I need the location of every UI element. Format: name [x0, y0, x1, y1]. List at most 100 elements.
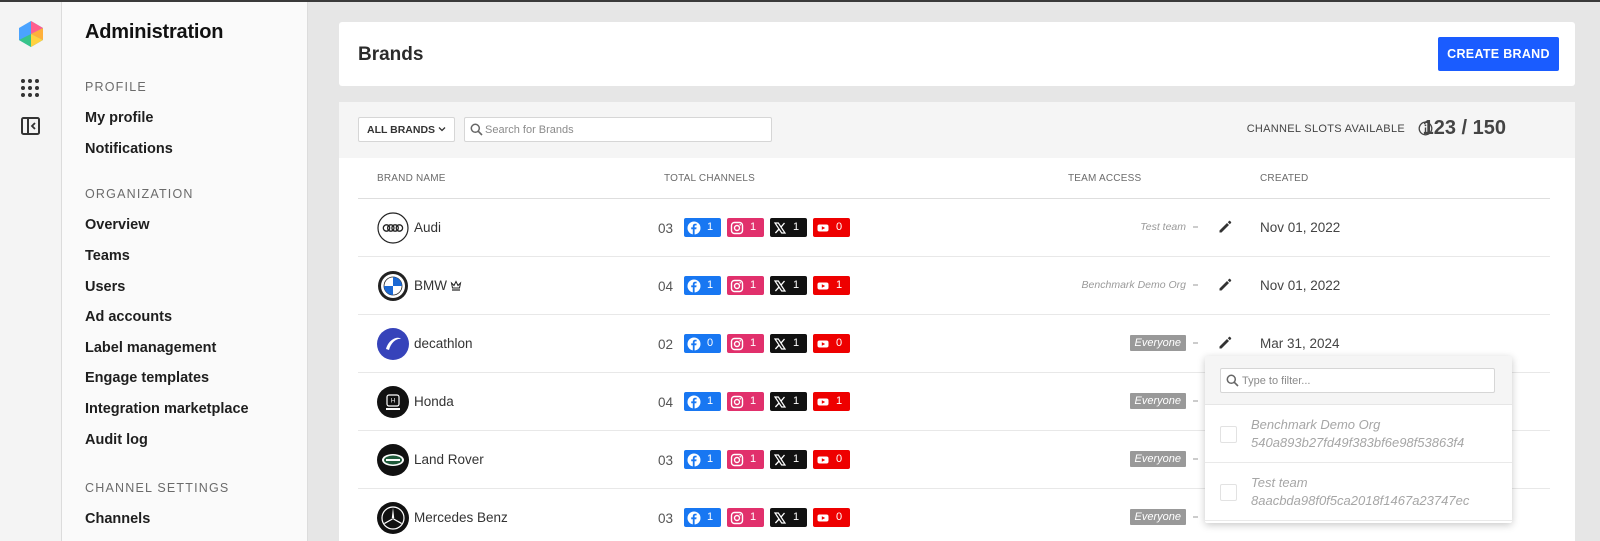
sidebar-item-ad-accounts[interactable]: Ad accounts [85, 309, 172, 325]
x-icon [773, 221, 787, 235]
instagram-icon [730, 221, 744, 235]
team-access-caret[interactable] [1193, 226, 1198, 228]
team-access-caret[interactable] [1193, 516, 1198, 518]
team-option-id: 8aacbda98f0f5ca2018f1467a23747ec [1251, 493, 1470, 508]
youtube-icon [816, 221, 830, 235]
sidebar-collapse-icon[interactable] [21, 117, 40, 135]
total-channels: 04 [658, 279, 674, 294]
team-option[interactable]: Test team 8aacbda98f0f5ca2018f1467a23747… [1205, 463, 1512, 521]
created-date: Mar 31, 2024 [1260, 336, 1340, 351]
edit-icon[interactable] [1217, 219, 1233, 235]
sidebar-item-integration-marketplace[interactable]: Integration marketplace [85, 401, 249, 417]
channel-count: 1 [750, 221, 757, 233]
team-access-caret[interactable] [1193, 400, 1198, 402]
brand-name[interactable]: Audi [414, 220, 441, 235]
table-row[interactable]: Audi 03 1 1 1 0 Test team Nov 01, 2022 [358, 199, 1550, 257]
sidebar-item-overview[interactable]: Overview [85, 217, 150, 233]
youtube-count-badge: 0 [813, 508, 850, 527]
instagram-count-badge: 1 [727, 450, 764, 469]
sidebar-item-channels[interactable]: Channels [85, 511, 150, 527]
brand-name-text: Mercedes Benz [414, 510, 508, 525]
brand-name-text: Land Rover [414, 452, 484, 467]
youtube-count-badge: 1 [813, 276, 850, 295]
total-channels: 03 [658, 453, 674, 468]
channel-count: 0 [707, 337, 714, 349]
team-option-name: Benchmark Demo Org [1251, 417, 1381, 432]
team-access-caret[interactable] [1193, 342, 1198, 344]
team-access-badge: Everyone [1129, 335, 1186, 351]
facebook-count-badge: 1 [684, 450, 721, 469]
decathlon-logo-icon [377, 328, 409, 360]
brand-name[interactable]: decathlon [414, 336, 473, 351]
facebook-icon [687, 511, 701, 525]
youtube-count-badge: 0 [813, 450, 850, 469]
channel-count: 0 [836, 221, 843, 233]
chevron-down-icon [438, 127, 446, 132]
instagram-count-badge: 1 [727, 276, 764, 295]
x-count-badge: 1 [770, 450, 807, 469]
channel-count: 1 [750, 337, 757, 349]
sidebar-item-notifications[interactable]: Notifications [85, 141, 173, 157]
edit-icon[interactable] [1217, 335, 1233, 351]
youtube-icon [816, 453, 830, 467]
channel-count: 1 [750, 453, 757, 465]
youtube-count-badge: 1 [813, 392, 850, 411]
brand-name-text: decathlon [414, 336, 473, 351]
channel-count: 1 [836, 279, 843, 291]
brand-name[interactable]: Mercedes Benz [414, 510, 508, 525]
channel-slots-value: 123 / 150 [1422, 117, 1506, 139]
created-date: Nov 01, 2022 [1260, 220, 1341, 235]
sidebar-item-users[interactable]: Users [85, 279, 125, 295]
brand-name-text: Honda [414, 394, 454, 409]
brand-name[interactable]: BMW [414, 278, 462, 293]
team-access-badge: Everyone [1129, 509, 1186, 525]
honda-logo-icon: H [377, 386, 409, 418]
total-channels: 04 [658, 395, 674, 410]
channel-count: 1 [793, 453, 800, 465]
instagram-count-badge: 1 [727, 392, 764, 411]
dropdown-filter [1220, 368, 1495, 393]
sidebar-item-teams[interactable]: Teams [85, 248, 130, 264]
facebook-icon [687, 395, 701, 409]
sidebar-item-label-management[interactable]: Label management [85, 340, 216, 356]
col-total-channels[interactable]: TOTAL CHANNELS [664, 173, 755, 184]
team-option-checkbox[interactable] [1220, 484, 1237, 501]
brand-name[interactable]: Honda [414, 394, 454, 409]
crown-icon [450, 280, 462, 291]
brand-filter-dropdown[interactable]: ALL BRANDS [358, 117, 455, 142]
table-row[interactable]: BMW 04 1 1 1 1 Benchmark Demo Org Nov 01, 2022 [358, 257, 1550, 315]
x-icon [773, 279, 787, 293]
search-icon [1226, 374, 1239, 387]
team-option-checkbox[interactable] [1220, 426, 1237, 443]
channel-count: 1 [707, 511, 714, 523]
x-count-badge: 1 [770, 334, 807, 353]
team-access-value: Test team [1140, 221, 1186, 233]
filter-input[interactable] [1242, 369, 1492, 392]
mercedes-logo-icon [377, 502, 409, 534]
col-brand-name[interactable]: BRAND NAME [377, 173, 446, 184]
facebook-count-badge: 0 [684, 334, 721, 353]
create-brand-button[interactable]: CREATE BRAND [1438, 37, 1559, 71]
edit-icon[interactable] [1217, 277, 1233, 293]
team-access-caret[interactable] [1193, 284, 1198, 286]
channel-count: 1 [750, 395, 757, 407]
facebook-count-badge: 1 [684, 508, 721, 527]
search-input[interactable] [485, 118, 765, 141]
x-icon [773, 337, 787, 351]
col-created[interactable]: CREATED [1260, 173, 1308, 184]
sidebar-item-engage-templates[interactable]: Engage templates [85, 370, 209, 386]
x-icon [773, 511, 787, 525]
sidebar-item-my-profile[interactable]: My profile [85, 110, 153, 126]
app-logo-icon[interactable] [18, 20, 44, 48]
team-option-id: 540a893b27fd49f383bf6e98f53863f4 [1251, 435, 1465, 450]
brands-header: Brands CREATE BRAND [339, 22, 1575, 86]
team-option[interactable]: Benchmark Demo Org 540a893b27fd49f383bf6… [1205, 405, 1512, 463]
team-access-caret[interactable] [1193, 458, 1198, 460]
channel-count: 1 [707, 221, 714, 233]
apps-grid-icon[interactable] [21, 79, 39, 97]
sidebar-item-audit-log[interactable]: Audit log [85, 432, 148, 448]
x-count-badge: 1 [770, 276, 807, 295]
brand-name[interactable]: Land Rover [414, 452, 484, 467]
channel-count: 1 [793, 395, 800, 407]
col-team-access[interactable]: TEAM ACCESS [1068, 173, 1141, 184]
